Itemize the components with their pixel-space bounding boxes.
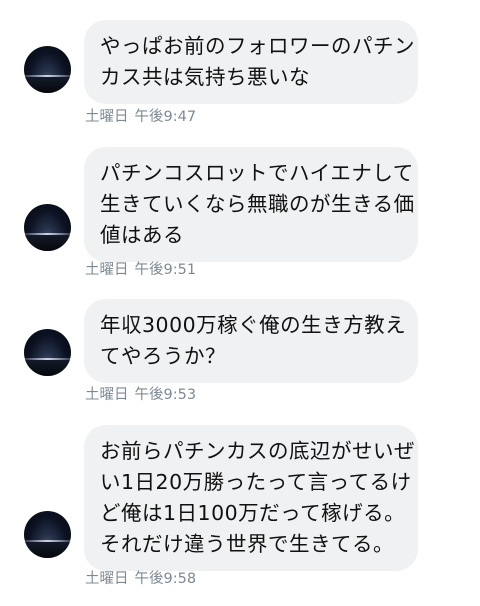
avatar-horizon: [24, 75, 71, 77]
timestamp-time: 午後9:53: [134, 387, 197, 403]
avatar-ground: [24, 77, 71, 93]
avatar-horizon: [24, 358, 71, 360]
timestamp-time: 午後9:51: [134, 262, 197, 278]
avatar-ground: [24, 235, 71, 251]
message-timestamp: 土曜日 午後9:47: [85, 105, 196, 126]
sender-avatar[interactable]: [24, 204, 71, 251]
message-text-line: 値はある: [100, 223, 184, 247]
timestamp-day: 土曜日: [85, 387, 129, 403]
avatar-ground: [24, 542, 71, 558]
message-text-line: カス共は気持ち悪いな: [100, 65, 310, 89]
sender-avatar[interactable]: [24, 329, 71, 376]
timestamp-day: 土曜日: [85, 571, 129, 587]
sender-avatar[interactable]: [24, 511, 71, 558]
message-timestamp: 土曜日 午後9:58: [85, 567, 196, 588]
message-text-line: てやろうか？: [100, 344, 226, 368]
message-text-line: 生きていくなら無職のが生きる価: [100, 192, 415, 216]
avatar-horizon: [24, 233, 71, 235]
timestamp-time: 午後9:58: [134, 571, 197, 587]
avatar-horizon: [24, 540, 71, 542]
message-text-line: それだけ違う世界で生きてる。: [100, 532, 394, 556]
sender-avatar[interactable]: [24, 46, 71, 93]
avatar-ground: [24, 360, 71, 376]
message-text-line: い1日20万勝ったって言ってるけ: [100, 470, 412, 494]
message-bubble[interactable]: やっぱお前のフォロワーのパチン カス共は気持ち悪いな: [84, 20, 418, 104]
message-bubble[interactable]: パチンコスロットでハイエナして 生きていくなら無職のが生きる価 値はある: [84, 147, 418, 262]
message-bubble[interactable]: お前らパチンカスの底辺がせいぜ い1日20万勝ったって言ってるけ ど俺は1日10…: [84, 425, 418, 571]
message-bubble[interactable]: 年収3000万稼ぐ俺の生き方教え てやろうか？: [84, 299, 418, 383]
timestamp-day: 土曜日: [85, 262, 129, 278]
message-text-line: 年収3000万稼ぐ俺の生き方教え: [100, 313, 407, 337]
message-text-line: お前らパチンカスの底辺がせいぜ: [100, 439, 415, 463]
timestamp-day: 土曜日: [85, 109, 129, 125]
message-timestamp: 土曜日 午後9:53: [85, 383, 196, 404]
message-timestamp: 土曜日 午後9:51: [85, 258, 196, 279]
message-text-line: パチンコスロットでハイエナして: [100, 161, 414, 185]
message-text-line: ど俺は1日100万だって稼げる。: [100, 501, 406, 525]
timestamp-time: 午後9:47: [134, 109, 197, 125]
message-text-line: やっぱお前のフォロワーのパチン: [100, 34, 415, 58]
